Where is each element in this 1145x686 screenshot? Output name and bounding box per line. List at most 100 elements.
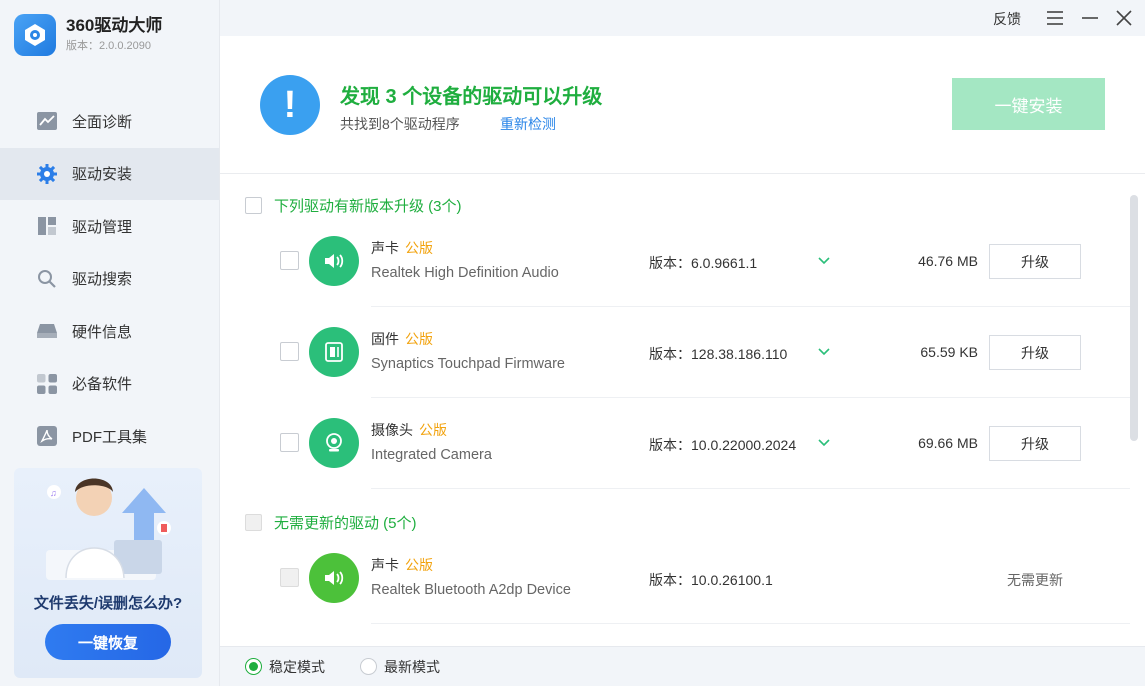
upgrade-button[interactable]: 升级 bbox=[989, 335, 1081, 370]
app-version: 版本：2.0.0.2090 bbox=[66, 40, 151, 52]
driver-row: 固件 公版 Synaptics Touchpad Firmware 版本：128.… bbox=[220, 307, 1130, 398]
speaker-icon bbox=[309, 236, 359, 286]
speaker-icon bbox=[309, 553, 359, 603]
driver-name: Synaptics Touchpad Firmware bbox=[371, 356, 565, 372]
public-tag: 公版 bbox=[405, 557, 433, 573]
driver-version: 版本：10.0.26100.1 bbox=[649, 572, 773, 588]
feedback-link[interactable]: 反馈 bbox=[993, 9, 1021, 29]
public-tag: 公版 bbox=[405, 240, 433, 256]
sidebar-item-label: 驱动搜索 bbox=[72, 271, 133, 289]
category-label: 固件 bbox=[371, 331, 399, 347]
public-tag: 公版 bbox=[405, 331, 433, 347]
alert-icon: ! bbox=[260, 75, 320, 135]
gear-icon bbox=[36, 163, 58, 185]
driver-checkbox[interactable] bbox=[280, 433, 299, 452]
stable-mode-label: 稳定模式 bbox=[269, 658, 325, 675]
driver-size: 65.59 KB bbox=[920, 344, 978, 360]
camera-icon bbox=[309, 418, 359, 468]
promo-text: 文件丢失/误删怎么办? bbox=[33, 595, 183, 612]
uptodate-section-label: 无需更新的驱动 (5个) bbox=[274, 515, 417, 532]
driver-size: 46.76 MB bbox=[918, 253, 978, 269]
sidebar-item-label: PDF工具集 bbox=[72, 428, 148, 446]
driver-category: 声卡 公版 bbox=[371, 238, 433, 258]
driver-checkbox[interactable] bbox=[280, 568, 299, 587]
sidebar: 360驱动大师 版本：2.0.0.2090 全面诊断 驱动安装 驱动管理 驱动搜… bbox=[0, 0, 220, 686]
public-tag: 公版 bbox=[419, 422, 447, 438]
brand: 360驱动大师 版本：2.0.0.2090 bbox=[14, 14, 162, 56]
minimize-icon[interactable] bbox=[1080, 8, 1100, 28]
apps-icon bbox=[36, 373, 58, 395]
driver-name: Realtek High Definition Audio bbox=[371, 265, 559, 281]
radio-selected-icon bbox=[245, 658, 262, 675]
title-bar: 反馈 bbox=[220, 0, 1145, 36]
sidebar-item-label: 全面诊断 bbox=[72, 113, 133, 131]
sidebar-item-label: 硬件信息 bbox=[72, 323, 133, 341]
summary-subtitle: 共找到8个驱动程序 bbox=[340, 116, 460, 132]
sidebar-item-label: 驱动管理 bbox=[72, 218, 133, 236]
select-all-uptodate-checkbox[interactable] bbox=[245, 514, 262, 531]
summary-title: 发现 3 个设备的驱动可以升级 bbox=[340, 86, 603, 108]
driver-category: 摄像头 公版 bbox=[371, 420, 447, 440]
driver-checkbox[interactable] bbox=[280, 251, 299, 270]
sidebar-item-install[interactable]: 驱动安装 bbox=[0, 147, 219, 200]
menu-icon[interactable] bbox=[1045, 8, 1065, 28]
app-logo-icon bbox=[14, 14, 56, 56]
search-icon bbox=[36, 268, 58, 290]
sidebar-item-search[interactable]: 驱动搜索 bbox=[0, 253, 219, 306]
drive-icon bbox=[36, 320, 58, 342]
category-label: 摄像头 bbox=[371, 422, 413, 438]
driver-category: 声卡 公版 bbox=[371, 555, 433, 575]
chevron-down-icon[interactable] bbox=[816, 252, 832, 268]
sidebar-item-manage[interactable]: 驱动管理 bbox=[0, 200, 219, 253]
driver-checkbox[interactable] bbox=[280, 342, 299, 361]
install-all-button[interactable]: 一键安装 bbox=[952, 78, 1105, 130]
recover-button[interactable]: 一键恢复 bbox=[45, 624, 171, 660]
driver-version: 版本：6.0.9661.1 bbox=[649, 255, 758, 271]
chart-icon bbox=[36, 110, 58, 132]
latest-mode-label: 最新模式 bbox=[384, 658, 440, 675]
driver-version: 版本：128.38.186.110 bbox=[649, 346, 788, 362]
driver-name: Realtek Bluetooth A2dp Device bbox=[371, 582, 571, 598]
sidebar-item-label: 驱动安装 bbox=[72, 166, 133, 184]
sidebar-item-diagnose[interactable]: 全面诊断 bbox=[0, 95, 219, 148]
uptodate-section-header: 无需更新的驱动 (5个) bbox=[245, 512, 417, 533]
sidebar-nav: 全面诊断 驱动安装 驱动管理 驱动搜索 硬件信息 必备软件 PDF工具集 bbox=[0, 95, 219, 463]
chevron-down-icon[interactable] bbox=[816, 434, 832, 450]
driver-size: 69.66 MB bbox=[918, 435, 978, 451]
app-title: 360驱动大师 bbox=[66, 16, 163, 35]
category-label: 声卡 bbox=[371, 557, 399, 573]
driver-row: 摄像头 公版 Integrated Camera 版本：10.0.22000.20… bbox=[220, 398, 1130, 489]
sidebar-item-hardware[interactable]: 硬件信息 bbox=[0, 305, 219, 358]
close-icon[interactable] bbox=[1114, 8, 1134, 28]
stable-mode-radio[interactable]: 稳定模式 bbox=[245, 657, 325, 677]
driver-row: 声卡 公版 Realtek Bluetooth A2dp Device 版本：10… bbox=[220, 533, 1130, 624]
row-divider bbox=[371, 488, 1130, 489]
sidebar-item-pdf[interactable]: PDF工具集 bbox=[0, 410, 219, 463]
driver-category: 固件 公版 bbox=[371, 329, 433, 349]
chevron-down-icon[interactable] bbox=[816, 343, 832, 359]
driver-name: Integrated Camera bbox=[371, 447, 492, 463]
no-update-status: 无需更新 bbox=[1007, 572, 1063, 588]
row-divider bbox=[371, 623, 1130, 624]
driver-row: 声卡 公版 Realtek High Definition Audio 版本：6.… bbox=[220, 216, 1130, 307]
driver-version: 版本：10.0.22000.2024 bbox=[649, 437, 797, 453]
svg-text:♫: ♫ bbox=[50, 488, 57, 498]
radio-unselected-icon bbox=[360, 658, 377, 675]
recheck-link[interactable]: 重新检测 bbox=[500, 114, 556, 134]
driver-list: 下列驱动有新版本升级 (3个) 声卡 公版 Realtek High Defini… bbox=[220, 175, 1145, 646]
upgrade-button[interactable]: 升级 bbox=[989, 244, 1081, 279]
pdf-icon bbox=[36, 425, 58, 447]
upgrade-button[interactable]: 升级 bbox=[989, 426, 1081, 461]
scan-summary: ! 发现 3 个设备的驱动可以升级 共找到8个驱动程序 重新检测 一键安装 bbox=[220, 36, 1145, 174]
upgrade-section-label: 下列驱动有新版本升级 (3个) bbox=[274, 198, 462, 215]
grid-icon bbox=[36, 215, 58, 237]
mode-footer: 稳定模式 最新模式 bbox=[220, 646, 1145, 686]
category-label: 声卡 bbox=[371, 240, 399, 256]
latest-mode-radio[interactable]: 最新模式 bbox=[360, 657, 440, 677]
select-all-upgrade-checkbox[interactable] bbox=[245, 197, 262, 214]
sidebar-item-software[interactable]: 必备软件 bbox=[0, 358, 219, 411]
promo-illustration: ♫ bbox=[46, 478, 171, 580]
recovery-promo[interactable]: ♫ 文件丢失/误删怎么办? 一键恢复 bbox=[14, 468, 202, 678]
sidebar-item-label: 必备软件 bbox=[72, 376, 133, 394]
list-scrollbar[interactable] bbox=[1130, 195, 1138, 441]
